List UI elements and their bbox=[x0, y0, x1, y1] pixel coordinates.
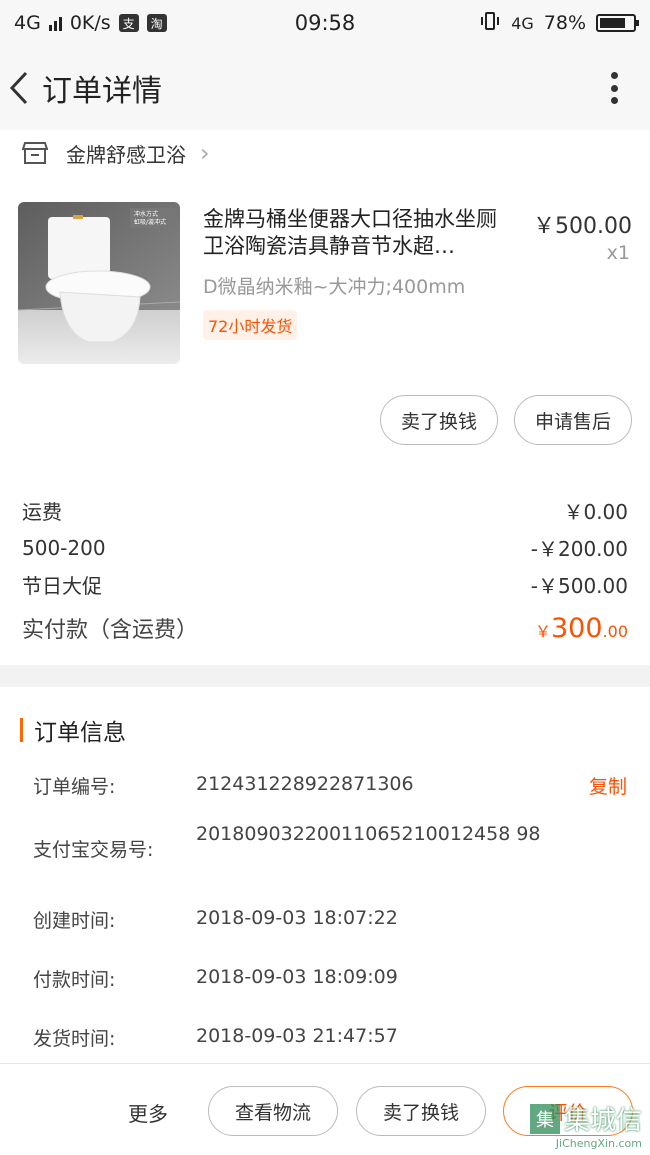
status-right: 4G 78% bbox=[479, 11, 639, 36]
back-button[interactable] bbox=[0, 46, 38, 130]
network-indicator-2: 4G bbox=[511, 13, 534, 33]
image-caption-2: 虹吸/漩冲式 bbox=[134, 218, 166, 226]
chevron-right-icon: › bbox=[200, 139, 210, 167]
battery-icon bbox=[596, 14, 639, 32]
info-value: 2018-09-03 18:09:09 bbox=[196, 966, 398, 988]
info-value: 212431228922871306 bbox=[196, 773, 414, 795]
fee-row: 运费 ￥0.00 bbox=[0, 492, 650, 529]
more-button[interactable]: 更多 bbox=[128, 1098, 168, 1127]
info-value: 2018-09-03 18:07:22 bbox=[196, 907, 398, 929]
product-name: 金牌马桶坐便器大口径抽水坐厕卫浴陶瓷洁具静音节水超… bbox=[203, 207, 497, 258]
status-left: 4G 0K/s 支 淘 bbox=[14, 12, 264, 34]
watermark-url: JiChengXin.com bbox=[555, 1137, 642, 1150]
total-value: ￥300.00 bbox=[535, 613, 628, 644]
section-accent-bar bbox=[20, 718, 23, 742]
product-price: ￥500.00 bbox=[533, 214, 632, 239]
aftersale-button[interactable]: 申请售后 bbox=[513, 395, 632, 445]
shop-row[interactable]: 金牌舒感卫浴 › bbox=[0, 130, 650, 176]
info-key: 付款时间: bbox=[33, 969, 116, 991]
battery-fill bbox=[600, 18, 625, 28]
vibrate-icon bbox=[479, 11, 501, 36]
store-icon bbox=[22, 141, 48, 165]
taobao-icon: 淘 bbox=[146, 14, 167, 32]
info-key: 订单编号: bbox=[33, 776, 116, 798]
image-caption-1: 冲水方式 bbox=[134, 210, 158, 218]
watermark-text: 集城信 bbox=[563, 1106, 642, 1136]
fee-row: 500-200 -￥200.00 bbox=[0, 529, 650, 566]
shop-name: 金牌舒感卫浴 bbox=[66, 142, 186, 167]
watermark-box: 集 bbox=[529, 1103, 560, 1134]
watermark: 集 集城信 JiChengXin.com bbox=[529, 1100, 642, 1150]
fee-list: 运费 ￥0.00 500-200 -￥200.00 节日大促 -￥500.00 … bbox=[0, 492, 650, 653]
fee-value: ￥0.00 bbox=[563, 500, 628, 524]
network-speed: 0K/s bbox=[69, 12, 111, 34]
fee-value: -￥200.00 bbox=[530, 537, 628, 561]
total-dec: .00 bbox=[602, 621, 628, 641]
product-image[interactable]: 冲水方式 虹吸/漩冲式 bbox=[18, 202, 180, 364]
info-key: 创建时间: bbox=[33, 910, 116, 932]
info-value: 20180903220011065210012458 98 bbox=[196, 823, 541, 845]
info-value: 2018-09-03 21:47:57 bbox=[196, 1025, 398, 1047]
copy-button[interactable]: 复制 bbox=[589, 772, 627, 799]
info-key: 支付宝交易号: bbox=[33, 839, 154, 861]
section-header: 订单信息 bbox=[20, 713, 126, 747]
section-title: 订单信息 bbox=[34, 720, 126, 746]
network-indicator: 4G bbox=[14, 12, 41, 34]
fee-label: 500-200 bbox=[22, 535, 106, 560]
fee-label: 运费 bbox=[22, 500, 62, 524]
signal-icon bbox=[48, 15, 62, 31]
shipping-badge: 72小时发货 bbox=[203, 310, 298, 340]
app-bar: 订单详情 bbox=[0, 46, 650, 130]
total-int: 300 bbox=[551, 612, 603, 644]
alipay-icon: 支 bbox=[118, 14, 139, 32]
view-logistics-button[interactable]: 查看物流 bbox=[208, 1086, 338, 1136]
chevron-left-icon bbox=[9, 71, 28, 105]
watermark-logo: 集 集城信 bbox=[529, 1100, 642, 1137]
more-options-icon[interactable] bbox=[602, 68, 626, 108]
status-bar: 4G 0K/s 支 淘 09:58 4G 78% bbox=[0, 0, 650, 46]
product-spec: D微晶纳米釉~大冲力;400mm bbox=[203, 276, 466, 298]
sell-button[interactable]: 卖了换钱 bbox=[379, 395, 498, 445]
item-actions: 卖了换钱 申请售后 bbox=[379, 395, 632, 445]
product-quantity: x1 bbox=[606, 242, 630, 264]
fee-value: -￥500.00 bbox=[530, 574, 628, 598]
total-label: 实付款（含运费） bbox=[22, 618, 199, 643]
order-card: 金牌舒感卫浴 › 冲水方式 虹吸/漩冲式 金牌马桶坐便器大口径抽水坐厕卫浴陶瓷洁… bbox=[0, 130, 650, 665]
fee-row: 节日大促 -￥500.00 bbox=[0, 566, 650, 603]
battery-percent: 78% bbox=[543, 12, 586, 34]
page-title: 订单详情 bbox=[42, 74, 162, 109]
product-item[interactable]: 冲水方式 虹吸/漩冲式 金牌马桶坐便器大口径抽水坐厕卫浴陶瓷洁具静音节水超… ￥… bbox=[0, 202, 650, 372]
order-info-card: 订单信息 订单编号: 212431228922871306 复制 支付宝交易号:… bbox=[0, 687, 650, 1067]
total-currency: ￥ bbox=[534, 621, 551, 641]
total-row: 实付款（含运费） ￥300.00 bbox=[0, 603, 650, 653]
sell-button-bottom[interactable]: 卖了换钱 bbox=[356, 1086, 486, 1136]
info-key: 发货时间: bbox=[33, 1028, 116, 1050]
fee-label: 节日大促 bbox=[22, 574, 102, 598]
